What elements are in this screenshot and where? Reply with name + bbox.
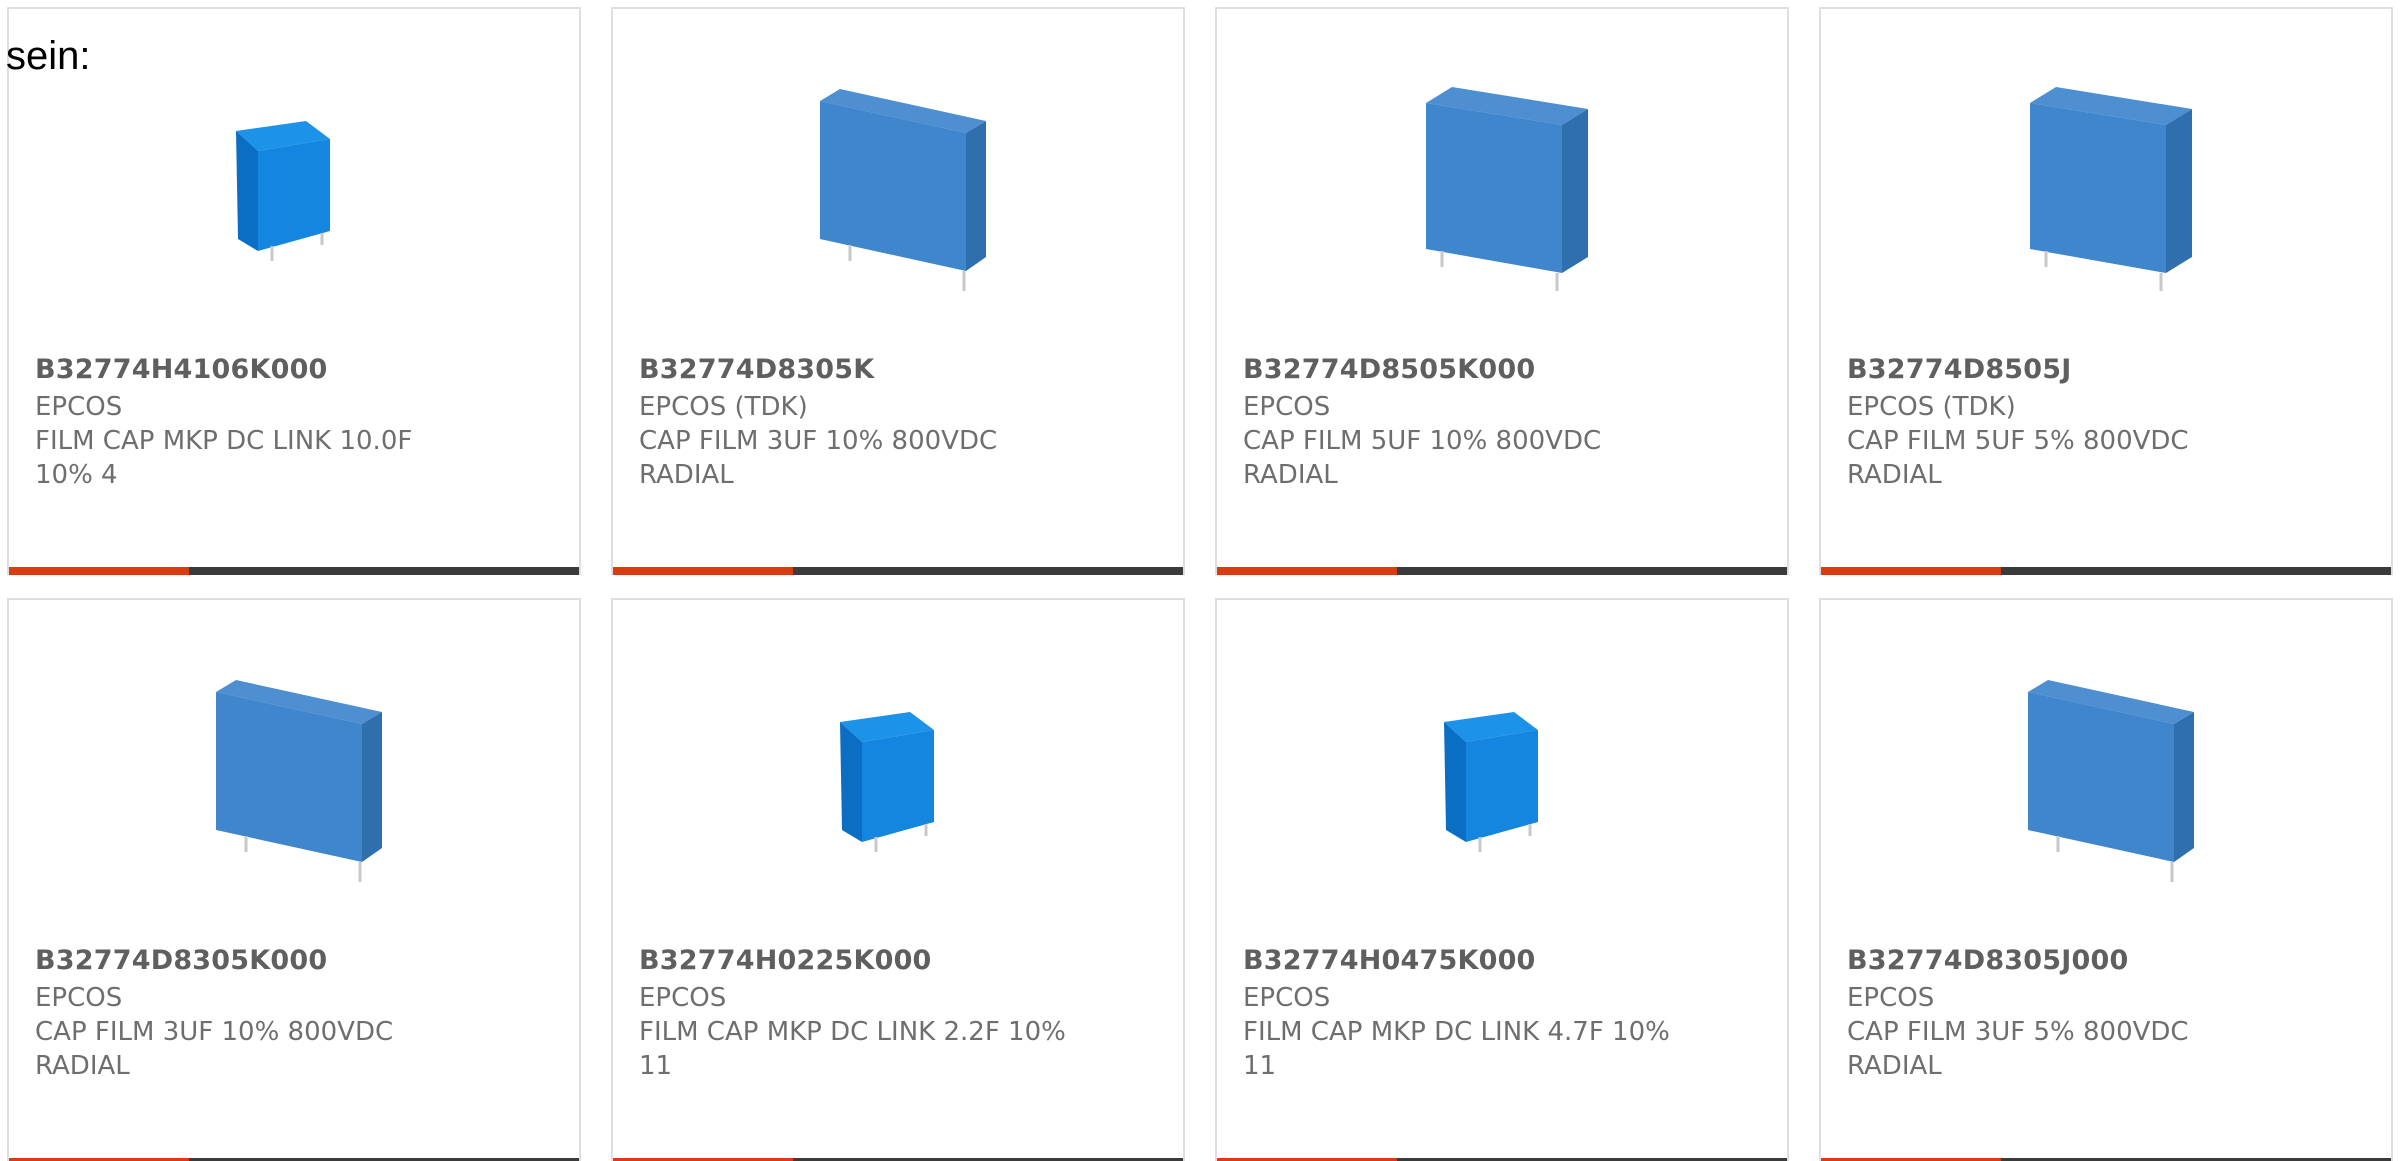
- product-card[interactable]: B32774H0475K000 EPCOS FILM CAP MKP DC LI…: [1215, 598, 1789, 1161]
- product-card[interactable]: B32774H4106K000 EPCOS FILM CAP MKP DC LI…: [7, 7, 581, 575]
- product-card[interactable]: B32774D8305K EPCOS (TDK) CAP FILM 3UF 10…: [611, 7, 1185, 575]
- capacitor-wide-box-icon: [2006, 672, 2206, 882]
- capacitor-small-cube-icon: [194, 81, 394, 291]
- manufacturer: EPCOS: [1847, 983, 1935, 1013]
- description: CAP FILM 5UF 10% 800VDC RADIAL: [1243, 426, 1602, 490]
- product-card[interactable]: B32774D8505J EPCOS (TDK) CAP FILM 5UF 5%…: [1819, 7, 2393, 575]
- description: FILM CAP MKP DC LINK 2.2F 10% 11: [639, 1017, 1066, 1081]
- part-number[interactable]: B32774D8505J: [1847, 353, 2072, 387]
- part-number[interactable]: B32774D8305K000: [35, 944, 327, 978]
- part-number[interactable]: B32774H0475K000: [1243, 944, 1536, 978]
- capacitor-small-cube-icon: [798, 672, 998, 882]
- progress-bar: [1821, 567, 2391, 575]
- manufacturer: EPCOS (TDK): [639, 392, 808, 422]
- progress-bar-fill: [1821, 567, 2001, 575]
- capacitor-small-cube-icon: [1402, 672, 1602, 882]
- description: CAP FILM 3UF 10% 800VDC RADIAL: [35, 1017, 394, 1081]
- progress-bar-fill: [1217, 567, 1397, 575]
- product-card[interactable]: B32774D8305J000 EPCOS CAP FILM 3UF 5% 80…: [1819, 598, 2393, 1161]
- intro-text: sein:: [6, 34, 91, 78]
- description: FILM CAP MKP DC LINK 4.7F 10% 11: [1243, 1017, 1670, 1081]
- capacitor-wide-box-icon: [194, 672, 394, 882]
- part-number[interactable]: B32774D8305J000: [1847, 944, 2128, 978]
- description: FILM CAP MKP DC LINK 10.0F 10% 4: [35, 426, 413, 490]
- product-grid: B32774H4106K000 EPCOS FILM CAP MKP DC LI…: [0, 0, 2400, 1161]
- manufacturer: EPCOS (TDK): [1847, 392, 2016, 422]
- manufacturer: EPCOS: [35, 983, 123, 1013]
- part-number[interactable]: B32774H4106K000: [35, 353, 328, 387]
- manufacturer: EPCOS: [1243, 392, 1331, 422]
- progress-bar: [9, 567, 579, 575]
- description: CAP FILM 5UF 5% 800VDC RADIAL: [1847, 426, 2189, 490]
- progress-bar: [1217, 567, 1787, 575]
- part-number[interactable]: B32774D8505K000: [1243, 353, 1535, 387]
- description: CAP FILM 3UF 5% 800VDC RADIAL: [1847, 1017, 2189, 1081]
- manufacturer: EPCOS: [35, 392, 123, 422]
- manufacturer: EPCOS: [1243, 983, 1331, 1013]
- progress-bar: [613, 567, 1183, 575]
- product-card[interactable]: B32774H0225K000 EPCOS FILM CAP MKP DC LI…: [611, 598, 1185, 1161]
- part-number[interactable]: B32774D8305K: [639, 353, 874, 387]
- progress-bar-fill: [613, 567, 793, 575]
- capacitor-large-box-icon: [1402, 81, 1602, 291]
- part-number[interactable]: B32774H0225K000: [639, 944, 932, 978]
- progress-bar-fill: [9, 567, 189, 575]
- product-card[interactable]: B32774D8305K000 EPCOS CAP FILM 3UF 10% 8…: [7, 598, 581, 1161]
- description: CAP FILM 3UF 10% 800VDC RADIAL: [639, 426, 998, 490]
- capacitor-wide-box-icon: [798, 81, 998, 291]
- manufacturer: EPCOS: [639, 983, 727, 1013]
- capacitor-large-box-icon: [2006, 81, 2206, 291]
- product-card[interactable]: B32774D8505K000 EPCOS CAP FILM 5UF 10% 8…: [1215, 7, 1789, 575]
